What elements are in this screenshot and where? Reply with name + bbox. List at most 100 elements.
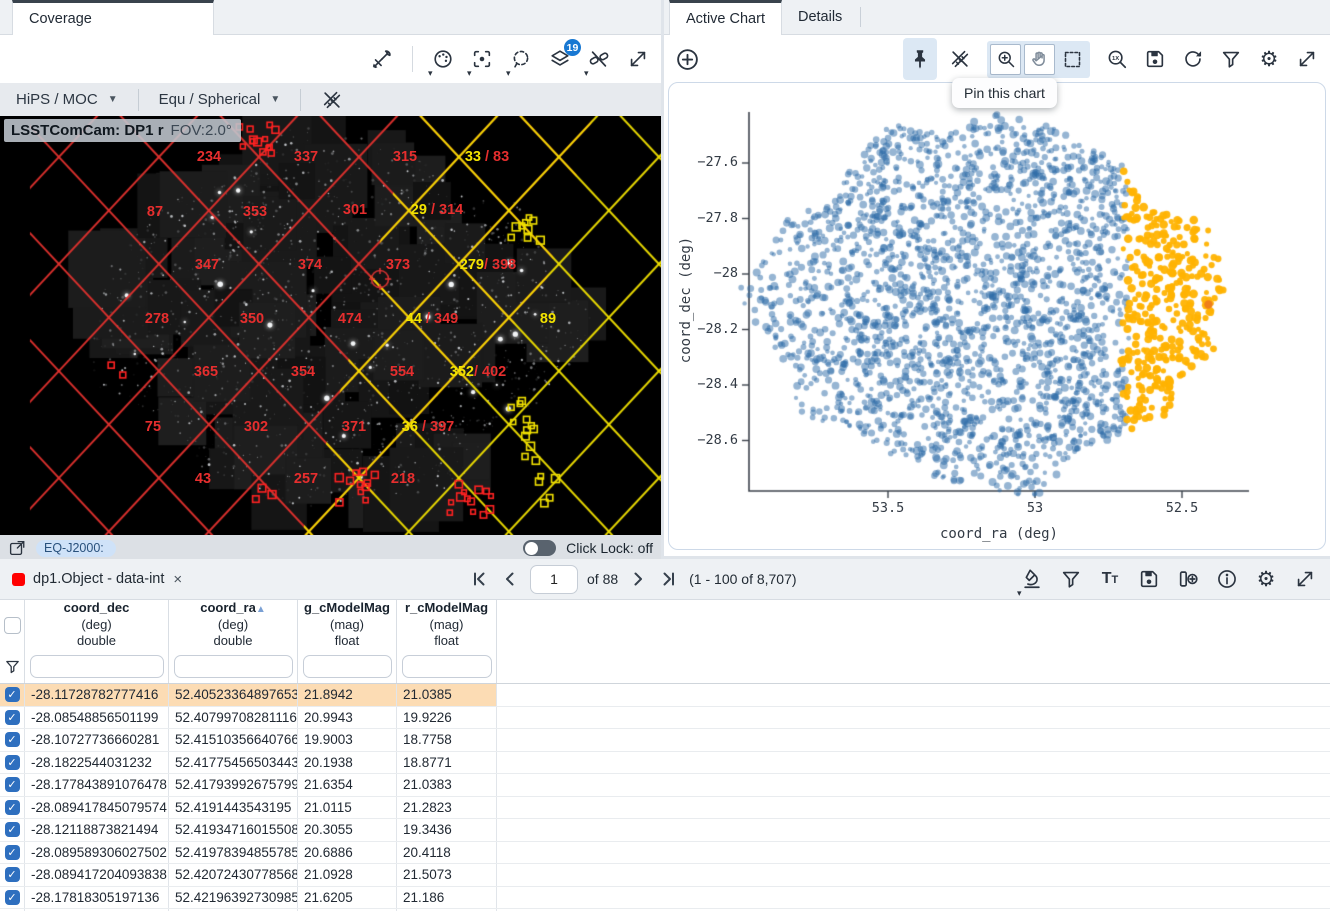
row-checkbox-cell: ✓ (0, 729, 25, 751)
filter-cell (25, 650, 169, 683)
select-all-checkbox[interactable] (4, 617, 21, 634)
table-row[interactable]: ✓-28.1072773666028152.4151035664076619.9… (0, 729, 1330, 752)
row-checkbox[interactable]: ✓ (5, 755, 20, 770)
dropdown-caret: ▾ (467, 69, 472, 78)
layers-button[interactable]: 19 (545, 41, 575, 77)
table-save-button[interactable] (1134, 561, 1164, 597)
cell-coord_dec: -28.089417845079574 (25, 797, 169, 819)
recenter-button[interactable]: ▾ (467, 41, 497, 77)
table-settings-button[interactable]: ⚙ (1251, 561, 1281, 597)
table-row[interactable]: ✓-28.08941720409383852.4207243077856821.… (0, 864, 1330, 887)
close-table-icon[interactable]: × (173, 571, 182, 588)
table-analyze-button[interactable]: ▾ (1017, 561, 1047, 597)
y-tick-label: −28.2 (690, 321, 738, 337)
cell-r_cModelMag: 21.0385 (397, 684, 497, 706)
cell-r_cModelMag: 21.0383 (397, 774, 497, 796)
row-filler (497, 752, 1330, 774)
projection-dropdown[interactable]: Equ / Spherical (159, 91, 261, 108)
tab-coverage[interactable]: Coverage (12, 0, 214, 35)
table-row[interactable]: ✓-28.1172878277741652.4052336489765321.8… (0, 684, 1330, 707)
table-row[interactable]: ✓-28.17784389107647852.41793992675799521… (0, 774, 1330, 797)
pin-tooltip: Pin this chart (952, 78, 1057, 108)
row-checkbox[interactable]: ✓ (5, 867, 20, 882)
row-checkbox-cell: ✓ (0, 774, 25, 796)
table-row[interactable]: ✓-28.08958930602750252.4197839485578520.… (0, 842, 1330, 865)
y-axis-title: coord_dec (deg) (678, 230, 694, 370)
row-checkbox-cell: ✓ (0, 887, 25, 909)
sky-coverage-image[interactable]: LSSTComCam: DP1 rFOV:2.0° 23433731533 / … (0, 116, 661, 535)
app: Coverage ▾ (0, 0, 1330, 911)
y-tick-label: −28 (690, 265, 738, 281)
first-page-button[interactable] (468, 568, 490, 590)
page-number-input[interactable] (530, 565, 578, 594)
row-checkbox[interactable]: ✓ (5, 822, 20, 837)
image-tools-button[interactable] (367, 41, 397, 77)
filter-input-coord_dec[interactable] (30, 655, 164, 678)
distance-tool-off-icon[interactable] (321, 89, 343, 111)
filter-input-r_cModelMag[interactable] (402, 655, 492, 678)
filter-input-g_cModelMag[interactable] (303, 655, 392, 678)
cell-g_cModelMag: 21.6354 (298, 774, 397, 796)
table-row[interactable]: ✓-28.0854885650119952.40799708281116420.… (0, 707, 1330, 730)
x-tick-label: 53.5 (863, 500, 913, 516)
column-header-r_cModelMag[interactable]: r_cModelMag(mag)float (397, 600, 497, 650)
table-row[interactable]: ✓-28.1211887382149452.4193471601550820.3… (0, 819, 1330, 842)
table-text-view-button[interactable]: TT (1095, 561, 1125, 597)
row-filler (497, 797, 1330, 819)
dropdown-caret: ▾ (584, 69, 589, 78)
cell-g_cModelMag: 21.6205 (298, 887, 397, 909)
cell-r_cModelMag: 18.7758 (397, 729, 497, 751)
column-header-coord_ra[interactable]: coord_ra▲(deg)double (169, 600, 298, 650)
hips-moc-dropdown[interactable]: HiPS / MOC (16, 91, 98, 108)
row-filler (497, 729, 1330, 751)
prev-page-button[interactable] (499, 568, 521, 590)
coverage-tabstrip: Coverage (0, 0, 661, 35)
cell-coord_ra: 52.41510356640766 (169, 729, 298, 751)
next-page-button[interactable] (627, 568, 649, 590)
y-tick-label: −27.6 (690, 154, 738, 170)
row-checkbox[interactable]: ✓ (5, 687, 20, 702)
cell-g_cModelMag: 20.1938 (298, 752, 397, 774)
table-row[interactable]: ✓-28.1781830519713652.4219639273098521.6… (0, 887, 1330, 910)
cell-coord_ra: 52.42072430778568 (169, 864, 298, 886)
cell-g_cModelMag: 21.0115 (298, 797, 397, 819)
select-all-cell[interactable] (0, 600, 25, 650)
row-checkbox[interactable]: ✓ (5, 800, 20, 815)
table-info-button[interactable] (1212, 561, 1242, 597)
table-filter-button[interactable] (1056, 561, 1086, 597)
column-header-g_cModelMag[interactable]: g_cModelMag(mag)float (298, 600, 397, 650)
cell-g_cModelMag: 20.9943 (298, 707, 397, 729)
table-row[interactable]: ✓-28.08941784507957452.419144354319521.0… (0, 797, 1330, 820)
save-icon (1138, 568, 1160, 590)
row-checkbox[interactable]: ✓ (5, 777, 20, 792)
coverage-canvas[interactable] (0, 116, 661, 535)
external-link-icon[interactable] (8, 539, 26, 557)
last-page-button[interactable] (658, 568, 680, 590)
table-color-swatch (12, 573, 25, 586)
expand-table-button[interactable] (1290, 561, 1320, 597)
add-column-button[interactable] (1173, 561, 1203, 597)
y-tick-label: −28.6 (690, 432, 738, 448)
select-region-button[interactable]: ▾ (506, 41, 536, 77)
row-checkbox[interactable]: ✓ (5, 710, 20, 725)
column-header-coord_dec[interactable]: coord_dec(deg)double (25, 600, 169, 650)
row-checkbox[interactable]: ✓ (5, 732, 20, 747)
unlink-rows-button[interactable]: ▾ (584, 41, 614, 77)
cell-coord_dec: -28.11728782777416 (25, 684, 169, 706)
info-icon (1216, 568, 1238, 590)
page-count-label: of 88 (587, 571, 618, 587)
table-header: coord_dec(deg)doublecoord_ra▲(deg)double… (0, 600, 1330, 650)
filter-input-coord_ra[interactable] (174, 655, 293, 678)
cell-r_cModelMag: 21.186 (397, 887, 497, 909)
color-button[interactable]: ▾ (428, 41, 458, 77)
row-filler (497, 684, 1330, 706)
click-lock-toggle[interactable] (523, 540, 556, 556)
expand-coverage-button[interactable] (623, 41, 653, 77)
table-row[interactable]: ✓-28.182254403123252.41775456503443620.1… (0, 752, 1330, 775)
y-tick-label: −28.4 (690, 376, 738, 392)
cell-g_cModelMag: 20.6886 (298, 842, 397, 864)
row-checkbox-cell: ✓ (0, 752, 25, 774)
table-tab-title[interactable]: dp1.Object - data-int (33, 571, 164, 587)
row-checkbox[interactable]: ✓ (5, 890, 20, 905)
row-checkbox[interactable]: ✓ (5, 845, 20, 860)
